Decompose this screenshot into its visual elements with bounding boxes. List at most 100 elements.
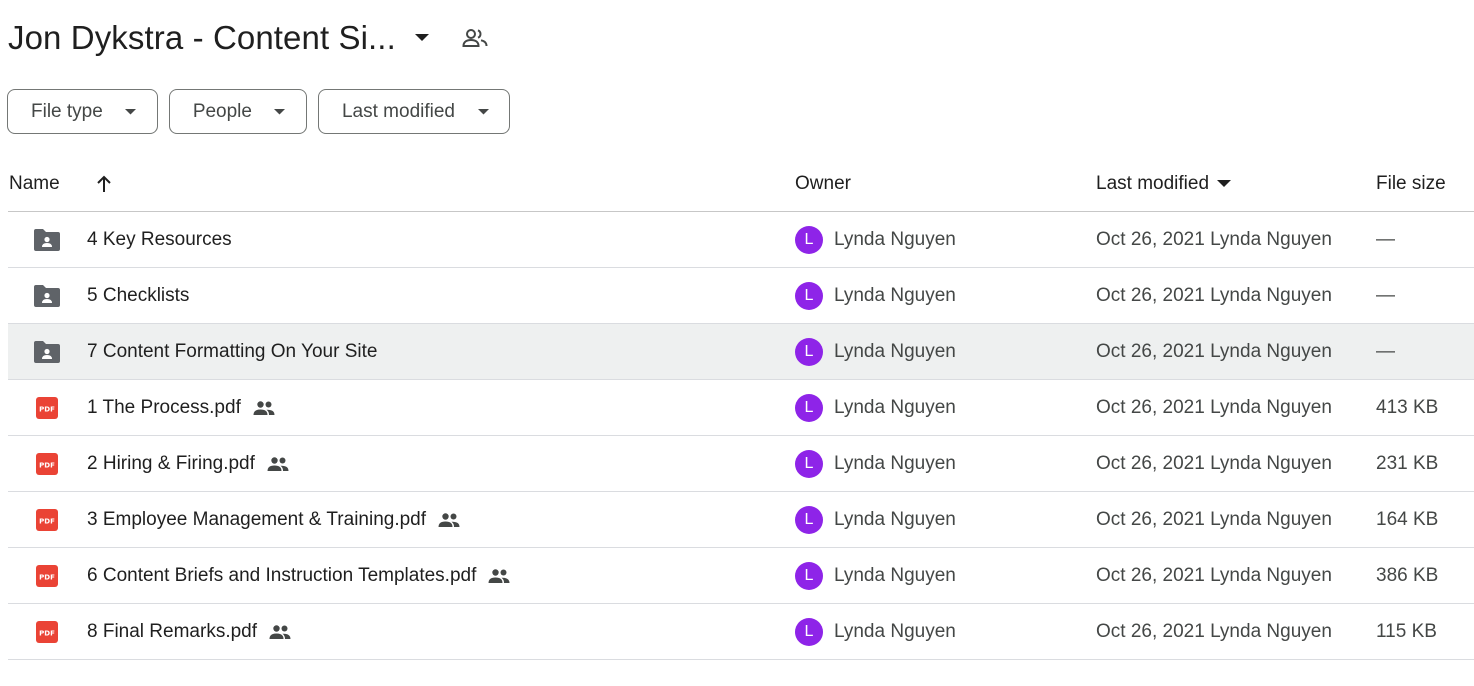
shared-people-icon xyxy=(486,565,512,587)
svg-text:PDF: PDF xyxy=(39,405,55,413)
shared-folder-icon xyxy=(32,281,62,311)
avatar: L xyxy=(795,337,823,366)
arrow-upward-icon[interactable] xyxy=(90,170,118,198)
modified-cell: Oct 26, 2021 Lynda Nguyen xyxy=(1096,492,1376,547)
folder-header: Jon Dykstra - Content Si... xyxy=(8,14,488,62)
modified-cell: Oct 26, 2021 Lynda Nguyen xyxy=(1096,548,1376,603)
filter-label: People xyxy=(192,100,252,122)
svg-text:PDF: PDF xyxy=(39,517,55,525)
table-row[interactable]: 5 Checklists L Lynda Nguyen Oct 26, 2021 Ly… xyxy=(8,268,1474,324)
arrow-drop-down-icon[interactable] xyxy=(410,26,434,50)
avatar: L xyxy=(795,505,823,534)
avatar: L xyxy=(795,225,823,254)
modified-cell: Oct 26, 2021 Lynda Nguyen xyxy=(1096,212,1376,267)
file-size: 164 KB xyxy=(1376,508,1439,530)
size-cell: 115 KB xyxy=(1376,604,1474,659)
owner-name: Lynda Nguyen xyxy=(834,620,956,642)
table-row[interactable]: 4 Key Resources L Lynda Nguyen Oct 26, 2021… xyxy=(8,212,1474,268)
modified-text: Oct 26, 2021 Lynda Nguyen xyxy=(1096,340,1332,362)
modified-text: Oct 26, 2021 Lynda Nguyen xyxy=(1096,452,1332,474)
last-modified-column-header[interactable]: Last modified xyxy=(1096,156,1376,211)
size-cell: — xyxy=(1376,324,1474,379)
file-type-filter[interactable]: File type xyxy=(7,89,158,134)
modified-cell: Oct 26, 2021 Lynda Nguyen xyxy=(1096,324,1376,379)
modified-text: Oct 26, 2021 Lynda Nguyen xyxy=(1096,564,1332,586)
arrow-drop-down-icon xyxy=(1217,179,1232,188)
filter-label: Last modified xyxy=(341,100,455,122)
modified-cell: Oct 26, 2021 Lynda Nguyen xyxy=(1096,436,1376,491)
avatar: L xyxy=(795,561,823,590)
name-cell: 5 Checklists xyxy=(8,268,795,323)
file-size: 231 KB xyxy=(1376,452,1439,474)
owner-name: Lynda Nguyen xyxy=(834,284,956,306)
table-header: Name Owner Last modified File size xyxy=(8,156,1474,212)
owner-name: Lynda Nguyen xyxy=(834,340,956,362)
size-cell: 386 KB xyxy=(1376,548,1474,603)
file-name[interactable]: 6 Content Briefs and Instruction Templat… xyxy=(87,565,476,587)
pdf-file-icon: PDF xyxy=(32,561,62,591)
size-cell: 231 KB xyxy=(1376,436,1474,491)
arrow-drop-down-icon xyxy=(125,106,137,118)
shared-people-icon xyxy=(251,397,277,419)
modified-text: Oct 26, 2021 Lynda Nguyen xyxy=(1096,396,1332,418)
owner-cell: L Lynda Nguyen xyxy=(795,212,1096,267)
file-size: — xyxy=(1376,284,1395,306)
column-label: Owner xyxy=(795,172,851,194)
file-name[interactable]: 4 Key Resources xyxy=(87,229,232,251)
owner-name: Lynda Nguyen xyxy=(834,228,956,250)
modified-text: Oct 26, 2021 Lynda Nguyen xyxy=(1096,508,1332,530)
last-modified-filter[interactable]: Last modified xyxy=(317,89,510,134)
file-name[interactable]: 2 Hiring & Firing.pdf xyxy=(87,453,255,475)
file-size-column-header: File size xyxy=(1376,156,1474,211)
table-row[interactable]: PDF 3 Employee Management & Training.pdf… xyxy=(8,492,1474,548)
owner-name: Lynda Nguyen xyxy=(834,452,956,474)
owner-cell: L Lynda Nguyen xyxy=(795,436,1096,491)
pdf-file-icon: PDF xyxy=(32,393,62,423)
arrow-drop-down-icon xyxy=(274,106,286,118)
file-size: 115 KB xyxy=(1376,620,1437,642)
modified-text: Oct 26, 2021 Lynda Nguyen xyxy=(1096,620,1332,642)
owner-cell: L Lynda Nguyen xyxy=(795,380,1096,435)
size-cell: — xyxy=(1376,212,1474,267)
table-row[interactable]: PDF 8 Final Remarks.pdf L Lynda Nguyen Oct… xyxy=(8,604,1474,660)
table-row[interactable]: 7 Content Formatting On Your Site L Lynda … xyxy=(8,324,1474,380)
file-name[interactable]: 1 The Process.pdf xyxy=(87,397,241,419)
svg-text:PDF: PDF xyxy=(39,573,55,581)
name-cell: 7 Content Formatting On Your Site xyxy=(8,324,795,379)
shared-folder-icon xyxy=(32,225,62,255)
shared-people-icon xyxy=(265,453,291,475)
shared-people-icon xyxy=(267,621,293,643)
owner-name: Lynda Nguyen xyxy=(834,396,956,418)
name-column-header[interactable]: Name xyxy=(8,156,795,211)
table-row[interactable]: PDF 6 Content Briefs and Instruction Tem… xyxy=(8,548,1474,604)
modified-cell: Oct 26, 2021 Lynda Nguyen xyxy=(1096,380,1376,435)
avatar: L xyxy=(795,393,823,422)
modified-text: Oct 26, 2021 Lynda Nguyen xyxy=(1096,284,1332,306)
file-size: — xyxy=(1376,340,1395,362)
file-name[interactable]: 8 Final Remarks.pdf xyxy=(87,621,257,643)
svg-text:PDF: PDF xyxy=(39,461,55,469)
name-cell: PDF 8 Final Remarks.pdf xyxy=(8,604,795,659)
table-row[interactable]: PDF 1 The Process.pdf L Lynda Nguyen Oct 2… xyxy=(8,380,1474,436)
file-name[interactable]: 3 Employee Management & Training.pdf xyxy=(87,509,426,531)
name-cell: PDF 3 Employee Management & Training.pdf xyxy=(8,492,795,547)
pdf-file-icon: PDF xyxy=(32,449,62,479)
people-outline-icon[interactable] xyxy=(462,25,488,51)
table-body: 4 Key Resources L Lynda Nguyen Oct 26, 2021… xyxy=(8,212,1474,660)
arrow-drop-down-icon xyxy=(477,106,489,118)
file-size: 386 KB xyxy=(1376,564,1439,586)
name-cell: PDF 1 The Process.pdf xyxy=(8,380,795,435)
file-list: Name Owner Last modified File size 4 Key… xyxy=(8,156,1474,660)
pdf-file-icon: PDF xyxy=(32,617,62,647)
svg-text:PDF: PDF xyxy=(39,629,55,637)
modified-text: Oct 26, 2021 Lynda Nguyen xyxy=(1096,228,1332,250)
table-row[interactable]: PDF 2 Hiring & Firing.pdf L Lynda Nguyen O… xyxy=(8,436,1474,492)
file-name[interactable]: 7 Content Formatting On Your Site xyxy=(87,341,377,363)
shared-folder-icon xyxy=(32,337,62,367)
file-size: 413 KB xyxy=(1376,396,1439,418)
folder-title[interactable]: Jon Dykstra - Content Si... xyxy=(8,19,396,57)
column-label: Last modified xyxy=(1096,172,1210,194)
file-name[interactable]: 5 Checklists xyxy=(87,285,189,307)
people-filter[interactable]: People xyxy=(168,89,307,134)
name-cell: PDF 2 Hiring & Firing.pdf xyxy=(8,436,795,491)
